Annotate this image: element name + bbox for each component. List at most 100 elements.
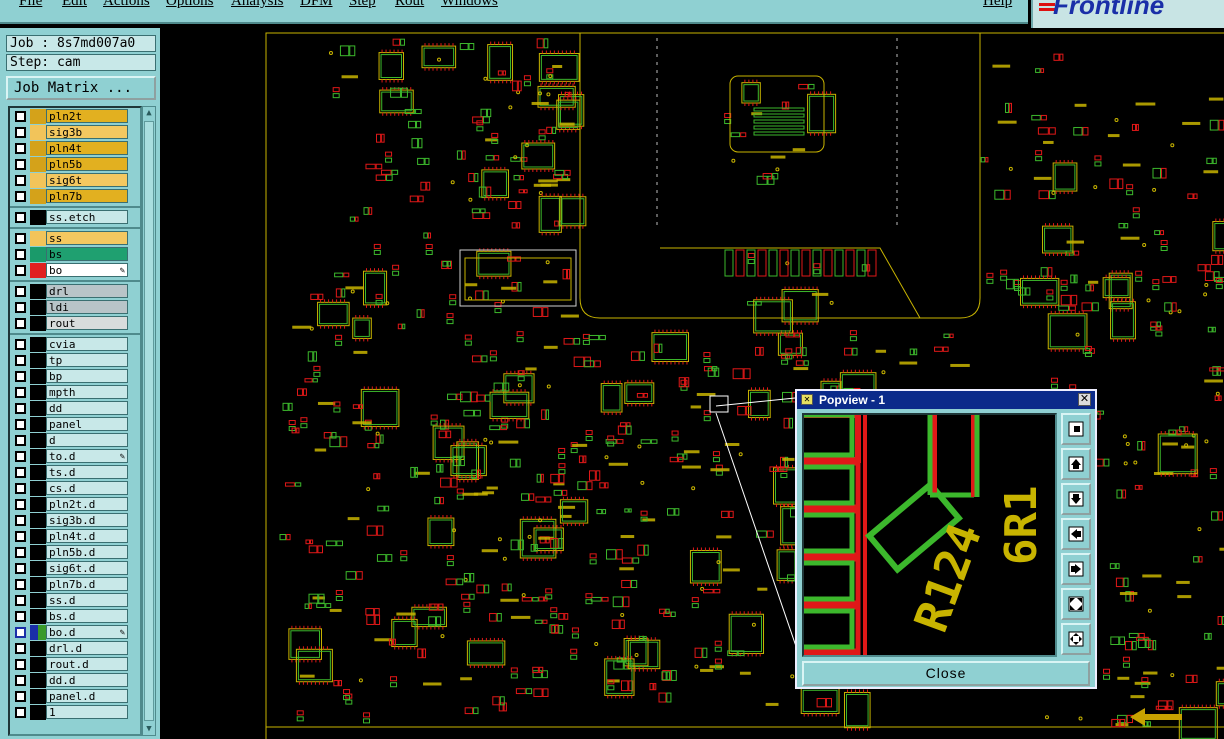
layer-name[interactable]: rout.d [46,657,128,671]
layer-name[interactable]: bs [46,247,128,261]
layer-name[interactable]: ts.d [46,465,128,479]
layer-row-panel[interactable]: panel [10,417,140,432]
layer-checkbox[interactable] [15,159,26,170]
layer-color-swatch[interactable] [30,385,46,400]
layer-row-ss[interactable]: ss [10,231,140,246]
layer-row-bo-d[interactable]: bo.d ✎ [10,625,140,640]
layer-name[interactable]: panel.d [46,689,128,703]
layer-name[interactable]: ss.d [46,593,128,607]
layer-color-swatch[interactable] [30,481,46,496]
menu-edit[interactable]: Edit [62,0,87,10]
layer-row-pln2t[interactable]: pln2t [10,109,140,124]
popview-close-button[interactable]: Close [802,661,1090,686]
layer-color-swatch[interactable] [30,561,46,576]
layer-checkbox[interactable] [15,403,26,414]
layer-name[interactable]: bo ✎ [46,263,128,277]
layer-checkbox[interactable] [15,265,26,276]
menu-windows[interactable]: Windows [441,0,498,10]
layer-row-ss-d[interactable]: ss.d [10,593,140,608]
layer-checkbox[interactable] [15,659,26,670]
layer-checkbox[interactable] [15,355,26,366]
layer-checkbox[interactable] [15,302,26,313]
layer-name[interactable]: rout [46,316,128,330]
layer-color-swatch[interactable] [30,263,46,278]
layer-row-drl-d[interactable]: drl.d [10,641,140,656]
layer-name[interactable]: sig6t.d [46,561,128,575]
menu-analysis[interactable]: Analysis [231,0,284,10]
layer-row-bs-d[interactable]: bs.d [10,609,140,624]
layer-color-swatch[interactable] [30,609,46,624]
layer-checkbox[interactable] [15,675,26,686]
layer-row-pln5b[interactable]: pln5b [10,157,140,172]
layer-name[interactable]: sig6t [46,173,128,187]
layer-color-swatch[interactable] [30,300,46,315]
layer-name[interactable]: pln4t.d [46,529,128,543]
layer-name[interactable]: ldi [46,300,128,314]
layer-color-swatch[interactable] [30,545,46,560]
layer-color-swatch[interactable] [30,337,46,352]
layer-checkbox[interactable] [15,691,26,702]
layer-name[interactable]: sig3b.d [46,513,128,527]
layer-color-swatch[interactable] [30,316,46,331]
layer-name[interactable]: d [46,433,128,447]
layer-name[interactable]: pln7b.d [46,577,128,591]
layer-name[interactable]: drl [46,284,128,298]
layer-name[interactable]: ss.etch [46,210,128,224]
layer-color-swatch[interactable] [30,529,46,544]
layer-checkbox[interactable] [15,371,26,382]
layer-color-swatch[interactable] [30,231,46,246]
layer-row-panel-d[interactable]: panel.d [10,689,140,704]
pan-right-icon[interactable] [1061,553,1091,585]
layer-color-swatch[interactable] [30,513,46,528]
layer-color-swatch[interactable] [30,673,46,688]
layer-checkbox[interactable] [15,707,26,718]
layer-color-swatch[interactable] [30,353,46,368]
layer-name[interactable]: pln7b [46,189,128,203]
layer-checkbox[interactable] [15,387,26,398]
layer-color-swatch[interactable] [30,465,46,480]
layer-name[interactable]: sig3b [46,125,128,139]
layer-row-pln5b-d[interactable]: pln5b.d [10,545,140,560]
layer-checkbox[interactable] [15,579,26,590]
layer-color-swatch[interactable] [30,109,46,124]
layer-checkbox[interactable] [15,563,26,574]
layer-row-bo[interactable]: bo ✎ [10,263,140,278]
menu-step[interactable]: Step [349,0,376,10]
layer-checkbox[interactable] [15,467,26,478]
layer-name[interactable]: dd.d [46,673,128,687]
layer-row-cvia[interactable]: cvia [10,337,140,352]
layer-checkbox[interactable] [15,643,26,654]
layer-row-sig3b[interactable]: sig3b [10,125,140,140]
layer-list-scrollbar[interactable]: ▲ ▼ [142,106,156,736]
layer-checkbox[interactable] [15,318,26,329]
layer-name[interactable]: pln2t.d [46,497,128,511]
layer-checkbox[interactable] [15,435,26,446]
layer-name[interactable]: dd [46,401,128,415]
layer-checkbox[interactable] [15,111,26,122]
layer-name[interactable]: bp [46,369,128,383]
layer-color-swatch[interactable] [30,657,46,672]
layer-name[interactable]: ss [46,231,128,245]
layer-row-ss-etch[interactable]: ss.etch [10,210,140,225]
menu-help[interactable]: Help [983,0,1012,10]
layer-color-swatch[interactable] [30,189,46,204]
menu-options[interactable]: Options [166,0,214,10]
layer-name[interactable]: cs.d [46,481,128,495]
pan-down-icon[interactable] [1061,483,1091,515]
layer-color-swatch[interactable] [30,157,46,172]
popview-zoom-view[interactable]: R124 6R1 [802,413,1057,657]
layer-row-pln7b[interactable]: pln7b [10,189,140,204]
layer-color-swatch[interactable] [30,625,46,640]
layer-color-swatch[interactable] [30,641,46,656]
layer-name[interactable]: to.d ✎ [46,449,128,463]
layer-row-ts-d[interactable]: ts.d [10,465,140,480]
layer-row-pln2t-d[interactable]: pln2t.d [10,497,140,512]
layer-row-rout-d[interactable]: rout.d [10,657,140,672]
layer-row-rout[interactable]: rout [10,316,140,331]
menu-rout[interactable]: Rout [395,0,424,10]
layer-row-dd[interactable]: dd [10,401,140,416]
popview-titlebar[interactable]: ✕ Popview - 1 ✕ [797,391,1095,409]
menu-actions[interactable]: Actions [103,0,150,10]
layer-row-bp[interactable]: bp [10,369,140,384]
layer-color-swatch[interactable] [30,247,46,262]
